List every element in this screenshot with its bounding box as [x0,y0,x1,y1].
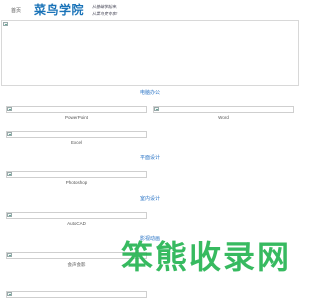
course-label-word[interactable]: Word [153,115,294,120]
slogan-line-1: 从基础学起来, [92,4,118,9]
course-card-image-next[interactable] [6,291,147,298]
course-card-image-word[interactable] [153,106,294,113]
broken-image-icon [7,132,12,136]
broken-image-icon [3,22,8,26]
broken-image-icon [7,172,12,176]
course-card-image-photoshop[interactable] [6,171,147,178]
course-label-powerpoint[interactable]: PowerPoint [6,115,147,120]
nav-home-link[interactable]: 首页 [11,7,21,14]
broken-image-icon [7,213,12,217]
top-bar: 首页 菜鸟学院 从基础学起来, 从菜鸟变专家! [0,0,300,22]
course-label-photoshop[interactable]: Photoshop [6,180,147,185]
section-title-office[interactable]: 电脑办公 [140,89,160,96]
slogan-line-2: 从菜鸟变专家! [92,11,118,16]
section-title-graphic-design[interactable]: 平面设计 [140,154,160,161]
broken-image-icon [7,292,12,296]
course-label-autocad[interactable]: AutoCAD [6,221,147,226]
broken-image-icon [7,253,12,257]
slogan: 从基础学起来, 从菜鸟变专家! [92,3,136,17]
course-card-image-excel[interactable] [6,131,147,138]
watermark: 笨熊收录网 [121,238,292,276]
banner-image[interactable] [1,20,299,86]
course-card-image-autocad[interactable] [6,212,147,219]
site-logo[interactable]: 菜鸟学院 [34,1,84,18]
broken-image-icon [154,107,159,111]
course-label-excel[interactable]: Excel [6,140,147,145]
course-card-image-powerpoint[interactable] [6,106,147,113]
broken-image-icon [7,107,12,111]
section-title-interior-design[interactable]: 室内设计 [140,195,160,202]
